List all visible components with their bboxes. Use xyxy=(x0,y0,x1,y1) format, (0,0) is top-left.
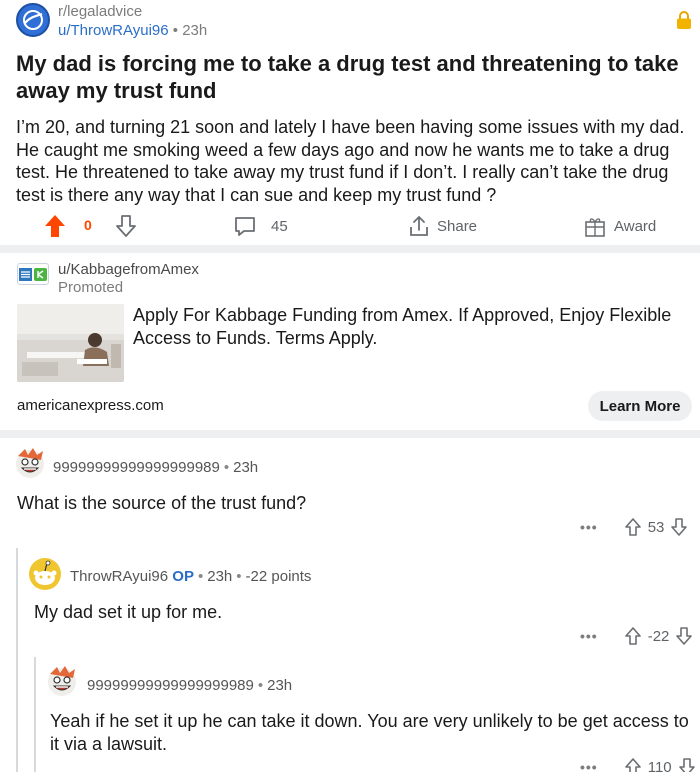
thread-line-nested[interactable] xyxy=(34,657,36,772)
comment-vote-count: 53 xyxy=(647,518,665,536)
award-gift-icon xyxy=(585,218,605,237)
ad-domain[interactable]: americanexpress.com xyxy=(17,397,164,414)
post-body: I’m 20, and turning 21 soon and lately I… xyxy=(16,117,685,205)
downvote-icon[interactable] xyxy=(678,757,696,772)
share-button[interactable]: Share xyxy=(408,214,477,238)
commenter-avatar[interactable] xyxy=(13,446,47,480)
ad-promoted-label: Promoted xyxy=(58,279,124,296)
downvote-icon xyxy=(116,215,136,237)
comment-body: Yeah if he set it up he can take it down… xyxy=(50,711,689,754)
comment-vote-count: -22 xyxy=(647,627,670,645)
comment-icon xyxy=(235,217,255,236)
commenter-avatar[interactable] xyxy=(28,557,62,591)
lock-icon xyxy=(677,11,691,29)
post-title[interactable]: My dad is forcing me to take a drug test… xyxy=(16,50,684,104)
comment-meta: ThrowRAyui96 OP • 23h • -22 points xyxy=(70,568,312,585)
ad-photo-image xyxy=(17,304,124,382)
comments-button[interactable]: 45 xyxy=(233,214,288,238)
comment-author[interactable]: 99999999999999999989 xyxy=(87,677,254,694)
comment-body: What is the source of the trust fund? xyxy=(17,493,307,513)
comment-time: 23h xyxy=(267,677,293,694)
comment-body: My dad set it up for me. xyxy=(34,602,223,622)
comment-actions: ••• 110 xyxy=(580,757,696,772)
more-options-icon[interactable]: ••• xyxy=(580,759,598,772)
comment-actions: ••• 53 xyxy=(580,517,688,537)
section-divider xyxy=(0,245,700,253)
downvote-button[interactable] xyxy=(115,214,137,238)
ad-text[interactable]: Apply For Kabbage Funding from Amex. If … xyxy=(133,304,693,349)
post-action-bar: 0 45 Share Award xyxy=(0,206,700,244)
kabbage-logo-icon xyxy=(34,267,47,281)
snoo-avatar-icon xyxy=(29,558,61,590)
amex-logo-icon xyxy=(19,267,32,281)
share-icon xyxy=(410,216,428,236)
comment-meta: 99999999999999999989 • 23h xyxy=(87,677,293,694)
post-vote-count: 0 xyxy=(84,217,92,233)
section-divider-2 xyxy=(0,430,700,438)
subreddit-icon xyxy=(23,10,43,30)
upvote-icon xyxy=(45,215,65,237)
award-label: Award xyxy=(614,217,657,235)
comment-time: 23h xyxy=(207,568,233,585)
upvote-button[interactable] xyxy=(44,214,66,238)
avatar-face-icon xyxy=(48,666,76,696)
subreddit-avatar[interactable] xyxy=(16,3,50,37)
upvote-icon[interactable] xyxy=(624,517,642,537)
comment-time: 23h xyxy=(233,459,259,476)
subreddit-name[interactable]: r/legaladvice xyxy=(58,3,142,20)
upvote-icon[interactable] xyxy=(624,757,642,772)
post-author-line: u/ThrowRAyui96 • 23h xyxy=(58,22,208,39)
more-options-icon[interactable]: ••• xyxy=(580,628,598,644)
post-header: r/legaladvice u/ThrowRAyui96 • 23h xyxy=(16,3,691,39)
op-badge: OP xyxy=(172,568,194,585)
post-time: 23h xyxy=(182,22,208,39)
commenter-avatar[interactable] xyxy=(45,664,79,698)
upvote-icon[interactable] xyxy=(624,626,642,646)
more-options-icon[interactable]: ••• xyxy=(580,519,598,535)
thread-line[interactable] xyxy=(16,548,18,772)
learn-more-button[interactable]: Learn More xyxy=(588,391,692,421)
comment-author[interactable]: 99999999999999999989 xyxy=(53,459,220,476)
ad-username[interactable]: u/KabbagefromAmex xyxy=(58,261,199,278)
comment-author[interactable]: ThrowRAyui96 xyxy=(70,568,168,585)
avatar-face-icon xyxy=(16,448,44,478)
downvote-icon[interactable] xyxy=(670,517,688,537)
award-button[interactable]: Award xyxy=(584,214,656,238)
share-label: Share xyxy=(437,217,478,235)
comment-count: 45 xyxy=(271,217,288,235)
comment-vote-count: 110 xyxy=(647,758,672,772)
downvote-icon[interactable] xyxy=(675,626,693,646)
comment-actions: ••• -22 xyxy=(580,626,693,646)
post-author[interactable]: u/ThrowRAyui96 xyxy=(58,22,169,39)
comment-points: -22 points xyxy=(245,568,312,585)
ad-image[interactable] xyxy=(17,304,124,382)
advertiser-logo[interactable] xyxy=(17,263,49,285)
comment-meta: 99999999999999999989 • 23h xyxy=(53,459,259,476)
